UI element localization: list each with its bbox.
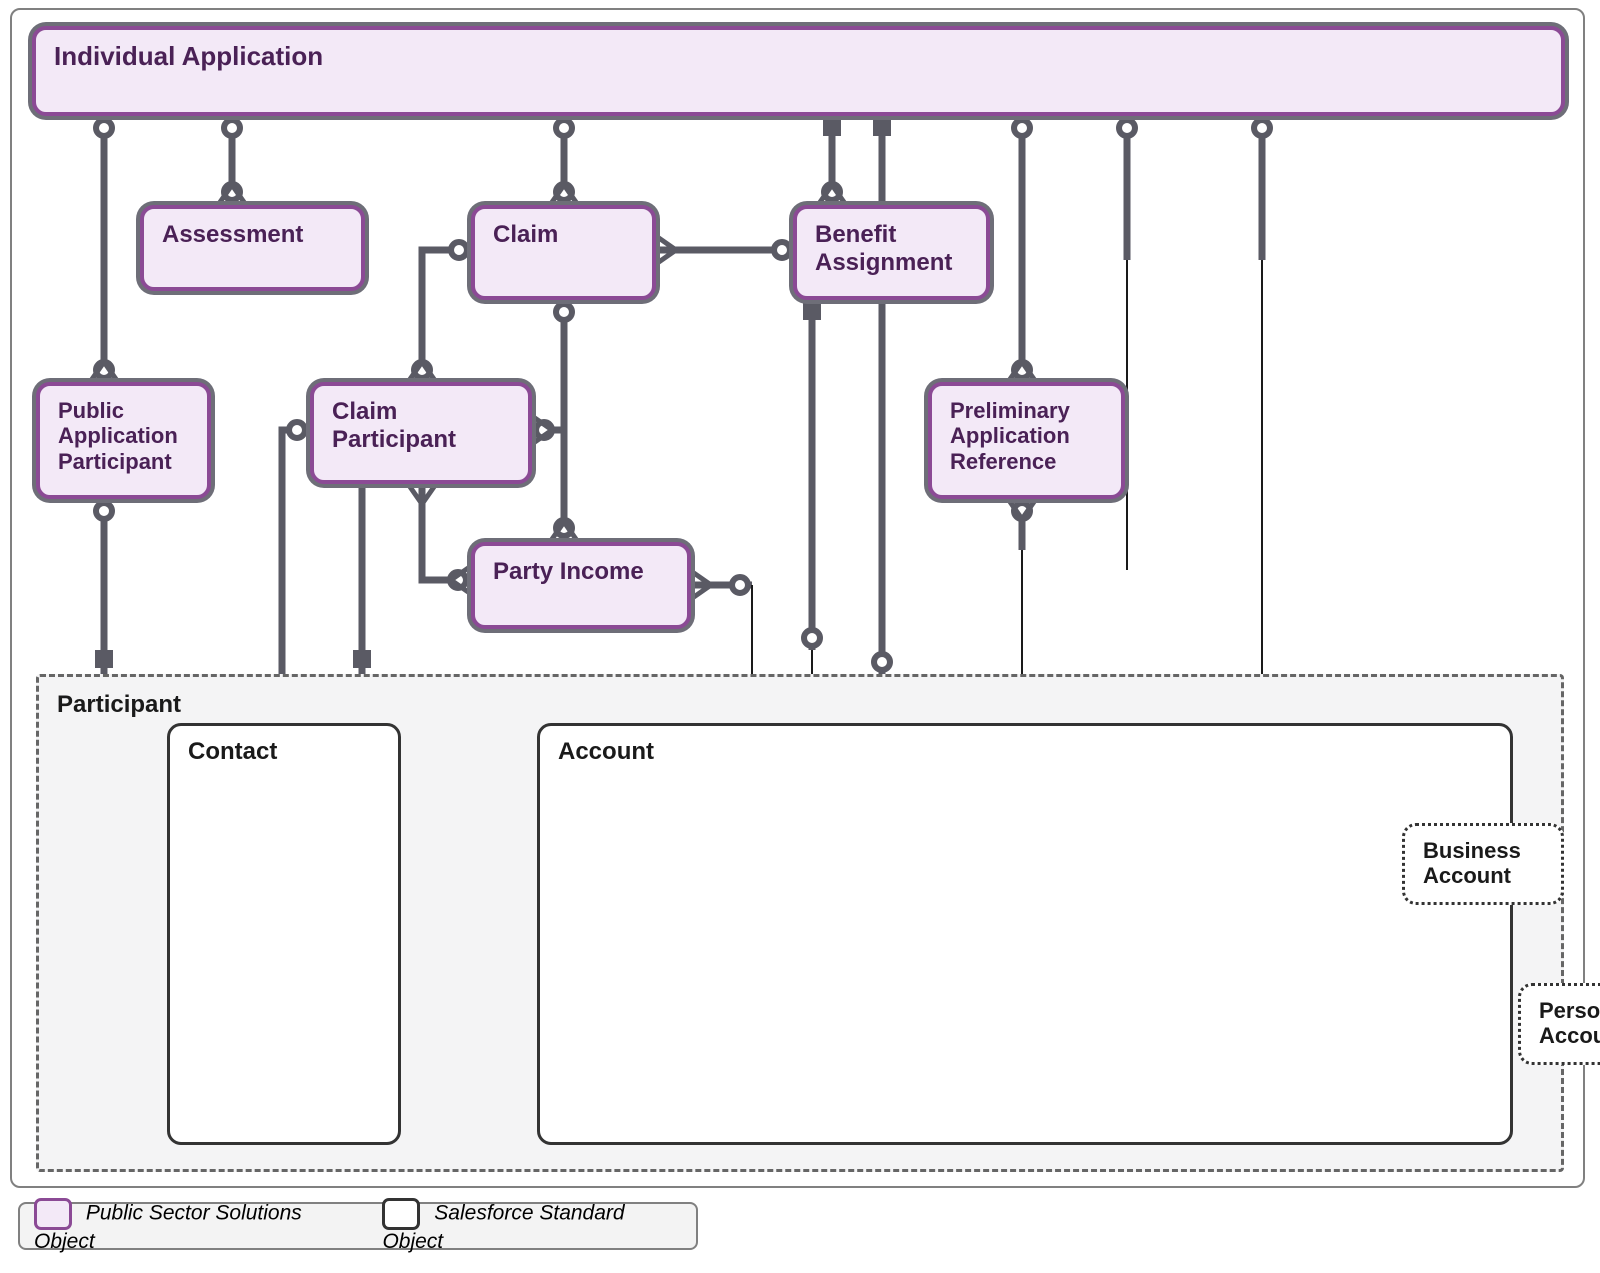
node-business-account: Business Account <box>1402 823 1564 905</box>
node-claim: Claim <box>471 205 656 300</box>
legend-item-pss: Public Sector Solutions Object <box>34 1198 358 1254</box>
node-label: Benefit Assignment <box>815 221 952 276</box>
group-participant: Participant Contact Account Business Acc… <box>36 674 1564 1172</box>
node-party-income: Party Income <box>471 542 691 629</box>
node-preliminary-application-reference: Preliminary Application Reference <box>928 382 1125 499</box>
diagram-root: OR Individual Application Assessment Cla… <box>0 0 1600 1273</box>
node-label: Assessment <box>162 221 303 248</box>
node-label: Contact <box>188 738 277 765</box>
node-account: Account Business Account Person Account <box>537 723 1513 1145</box>
node-label: Account <box>558 738 654 765</box>
node-label: Individual Application <box>54 41 323 71</box>
node-individual-application: Individual Application <box>32 26 1565 116</box>
node-label: Preliminary Application Reference <box>950 398 1070 474</box>
node-public-application-participant: Public Application Participant <box>36 382 211 499</box>
std-swatch-icon <box>382 1198 420 1230</box>
node-claim-participant: Claim Participant <box>310 382 532 484</box>
node-label: Party Income <box>493 558 644 585</box>
node-benefit-assignment: Benefit Assignment <box>793 205 990 300</box>
diagram-frame: OR Individual Application Assessment Cla… <box>10 8 1585 1188</box>
node-label: Claim Participant <box>332 398 456 453</box>
node-label: Person Account <box>1539 998 1600 1048</box>
node-label: Public Application Participant <box>58 398 178 474</box>
node-person-account: Person Account <box>1518 983 1600 1065</box>
pss-swatch-icon <box>34 1198 72 1230</box>
legend-item-std: Salesforce Standard Object <box>382 1198 682 1254</box>
node-label: Claim <box>493 221 558 248</box>
node-label: Business Account <box>1423 838 1521 888</box>
node-contact: Contact <box>167 723 401 1145</box>
node-assessment: Assessment <box>140 205 365 291</box>
legend: Public Sector Solutions Object Salesforc… <box>18 1202 698 1250</box>
group-title: Participant <box>39 677 1561 719</box>
legend-label: Public Sector Solutions Object <box>34 1202 302 1253</box>
